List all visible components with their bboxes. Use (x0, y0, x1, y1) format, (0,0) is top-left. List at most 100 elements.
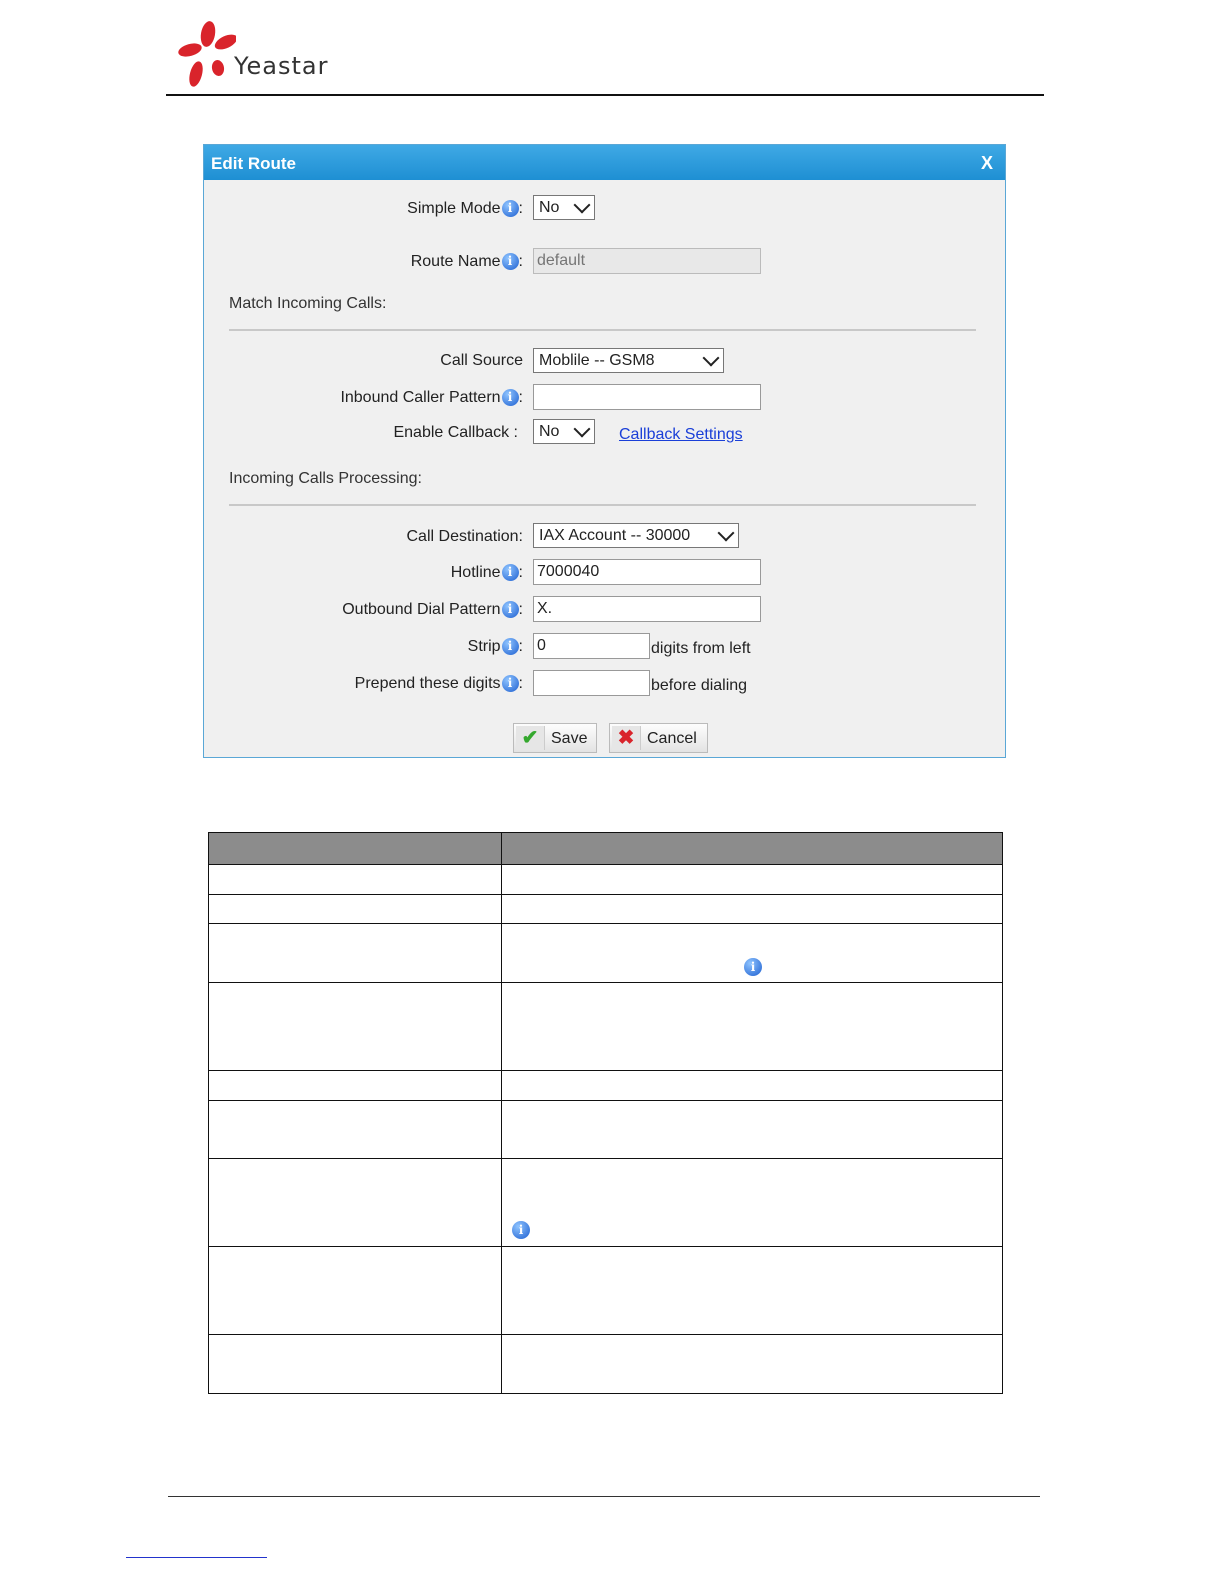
call-source-label-text: Call Source (440, 352, 523, 369)
table-cell (208, 1158, 502, 1247)
table-cell (208, 1334, 502, 1394)
table-cell (208, 864, 502, 895)
header-rule (166, 94, 1044, 96)
route-name-label-text: Route Name (410, 253, 501, 270)
inbound-caller-pattern-input[interactable] (533, 384, 761, 410)
hotline-label: Hotline i: (451, 564, 523, 582)
table-cell (501, 1070, 1003, 1101)
table-row (208, 982, 1003, 1071)
route-name-input[interactable] (533, 248, 761, 274)
strip-suffix: digits from left (651, 640, 751, 657)
simple-mode-select[interactable]: No (533, 195, 595, 220)
table-row (208, 894, 1003, 924)
info-icon[interactable]: i (501, 389, 519, 406)
table-row (208, 864, 1003, 895)
footer-rule (168, 1496, 1040, 1497)
colon: : (518, 638, 523, 655)
close-icon[interactable]: X (981, 153, 993, 174)
info-icon[interactable]: i (501, 200, 519, 217)
call-source-select[interactable]: Moblile -- GSM8 (533, 348, 724, 373)
table-cell (501, 982, 1003, 1071)
colon: : (518, 564, 523, 581)
hotline-label-text: Hotline (450, 564, 501, 581)
chevron-down-icon (702, 349, 720, 367)
hotline-input[interactable] (533, 559, 761, 585)
prepend-input[interactable] (533, 670, 650, 696)
table-cell (501, 894, 1003, 924)
section-divider (229, 329, 976, 331)
info-icon[interactable]: i (501, 564, 519, 581)
check-icon: ✔ (516, 726, 545, 750)
inbound-caller-pattern-label: Inbound Caller Pattern i: (340, 389, 523, 407)
enable-callback-label: Enable Callback : (393, 424, 518, 442)
table-cell (208, 1246, 502, 1335)
colon: : (518, 675, 523, 692)
inbound-caller-pattern-label-text: Inbound Caller Pattern (340, 389, 501, 406)
table-cell (208, 923, 502, 983)
table-cell (208, 894, 502, 924)
strip-label: Strip i: (468, 638, 523, 656)
chevron-down-icon (717, 524, 735, 542)
call-source-label: Call Source (440, 352, 523, 370)
logo-flower-icon (178, 21, 238, 87)
info-icon[interactable]: i (501, 601, 519, 618)
simple-mode-label-text: Simple Mode (407, 200, 501, 217)
table-cell (208, 1070, 502, 1101)
cancel-button[interactable]: ✖ Cancel (609, 723, 708, 753)
chevron-down-icon (573, 196, 591, 214)
info-icon[interactable]: i (501, 638, 519, 655)
strip-label-text: Strip (467, 638, 501, 655)
yeastar-logo: Yeastar (176, 16, 336, 92)
table-cell: i (501, 1158, 1003, 1247)
outbound-dial-pattern-input[interactable] (533, 596, 761, 622)
outbound-dial-pattern-label: Outbound Dial Pattern i: (342, 601, 523, 619)
call-destination-select[interactable]: IAX Account -- 30000 (533, 523, 739, 548)
route-name-label: Route Name i: (411, 253, 523, 271)
table-cell (501, 864, 1003, 895)
colon: : (518, 253, 523, 270)
prepend-label: Prepend these digits i: (355, 675, 523, 693)
cancel-button-label: Cancel (647, 730, 697, 747)
prepend-suffix: before dialing (651, 677, 748, 694)
save-button[interactable]: ✔ Save (513, 723, 597, 753)
table-header-row (208, 832, 1003, 865)
table-cell (501, 1246, 1003, 1335)
section-match-incoming: Match Incoming Calls: (229, 295, 387, 312)
simple-mode-value: No (539, 199, 560, 216)
info-icon[interactable]: i (501, 675, 519, 692)
strip-input[interactable] (533, 633, 650, 659)
table-cell (208, 982, 502, 1071)
table-cell (501, 1334, 1003, 1394)
table-cell: i (501, 923, 1003, 983)
enable-callback-label-text: Enable Callback : (393, 424, 518, 441)
info-icon: i (744, 958, 762, 976)
enable-callback-value: No (539, 423, 560, 440)
colon: : (518, 601, 523, 618)
callback-settings-link[interactable]: Callback Settings (619, 426, 743, 444)
table-cell (208, 1100, 502, 1159)
cross-icon: ✖ (612, 726, 641, 750)
info-icon: i (512, 1221, 530, 1239)
call-destination-label-text: Call Destination: (406, 528, 524, 545)
call-destination-value: IAX Account -- 30000 (539, 527, 691, 544)
call-destination-label: Call Destination: (407, 528, 524, 546)
section-incoming-processing: Incoming Calls Processing: (229, 470, 422, 487)
table-header-cell (208, 832, 502, 865)
table-header-cell (501, 832, 1003, 865)
enable-callback-select[interactable]: No (533, 419, 595, 444)
footer-link-underline (126, 1557, 267, 1558)
table-row (208, 1334, 1003, 1394)
table-row: i (208, 1158, 1003, 1247)
simple-mode-label: Simple Mode i: (407, 200, 523, 218)
table-row (208, 1246, 1003, 1335)
dialog-title: Edit Route (211, 154, 296, 173)
table-row (208, 1100, 1003, 1159)
save-button-label: Save (551, 730, 588, 747)
colon: : (518, 200, 523, 217)
logo-wordmark: Yeastar (234, 52, 329, 80)
info-icon[interactable]: i (501, 253, 519, 270)
chevron-down-icon (573, 420, 591, 438)
outbound-dial-pattern-label-text: Outbound Dial Pattern (342, 601, 501, 618)
table-row: i (208, 923, 1003, 983)
description-table: i i (208, 832, 1003, 1394)
